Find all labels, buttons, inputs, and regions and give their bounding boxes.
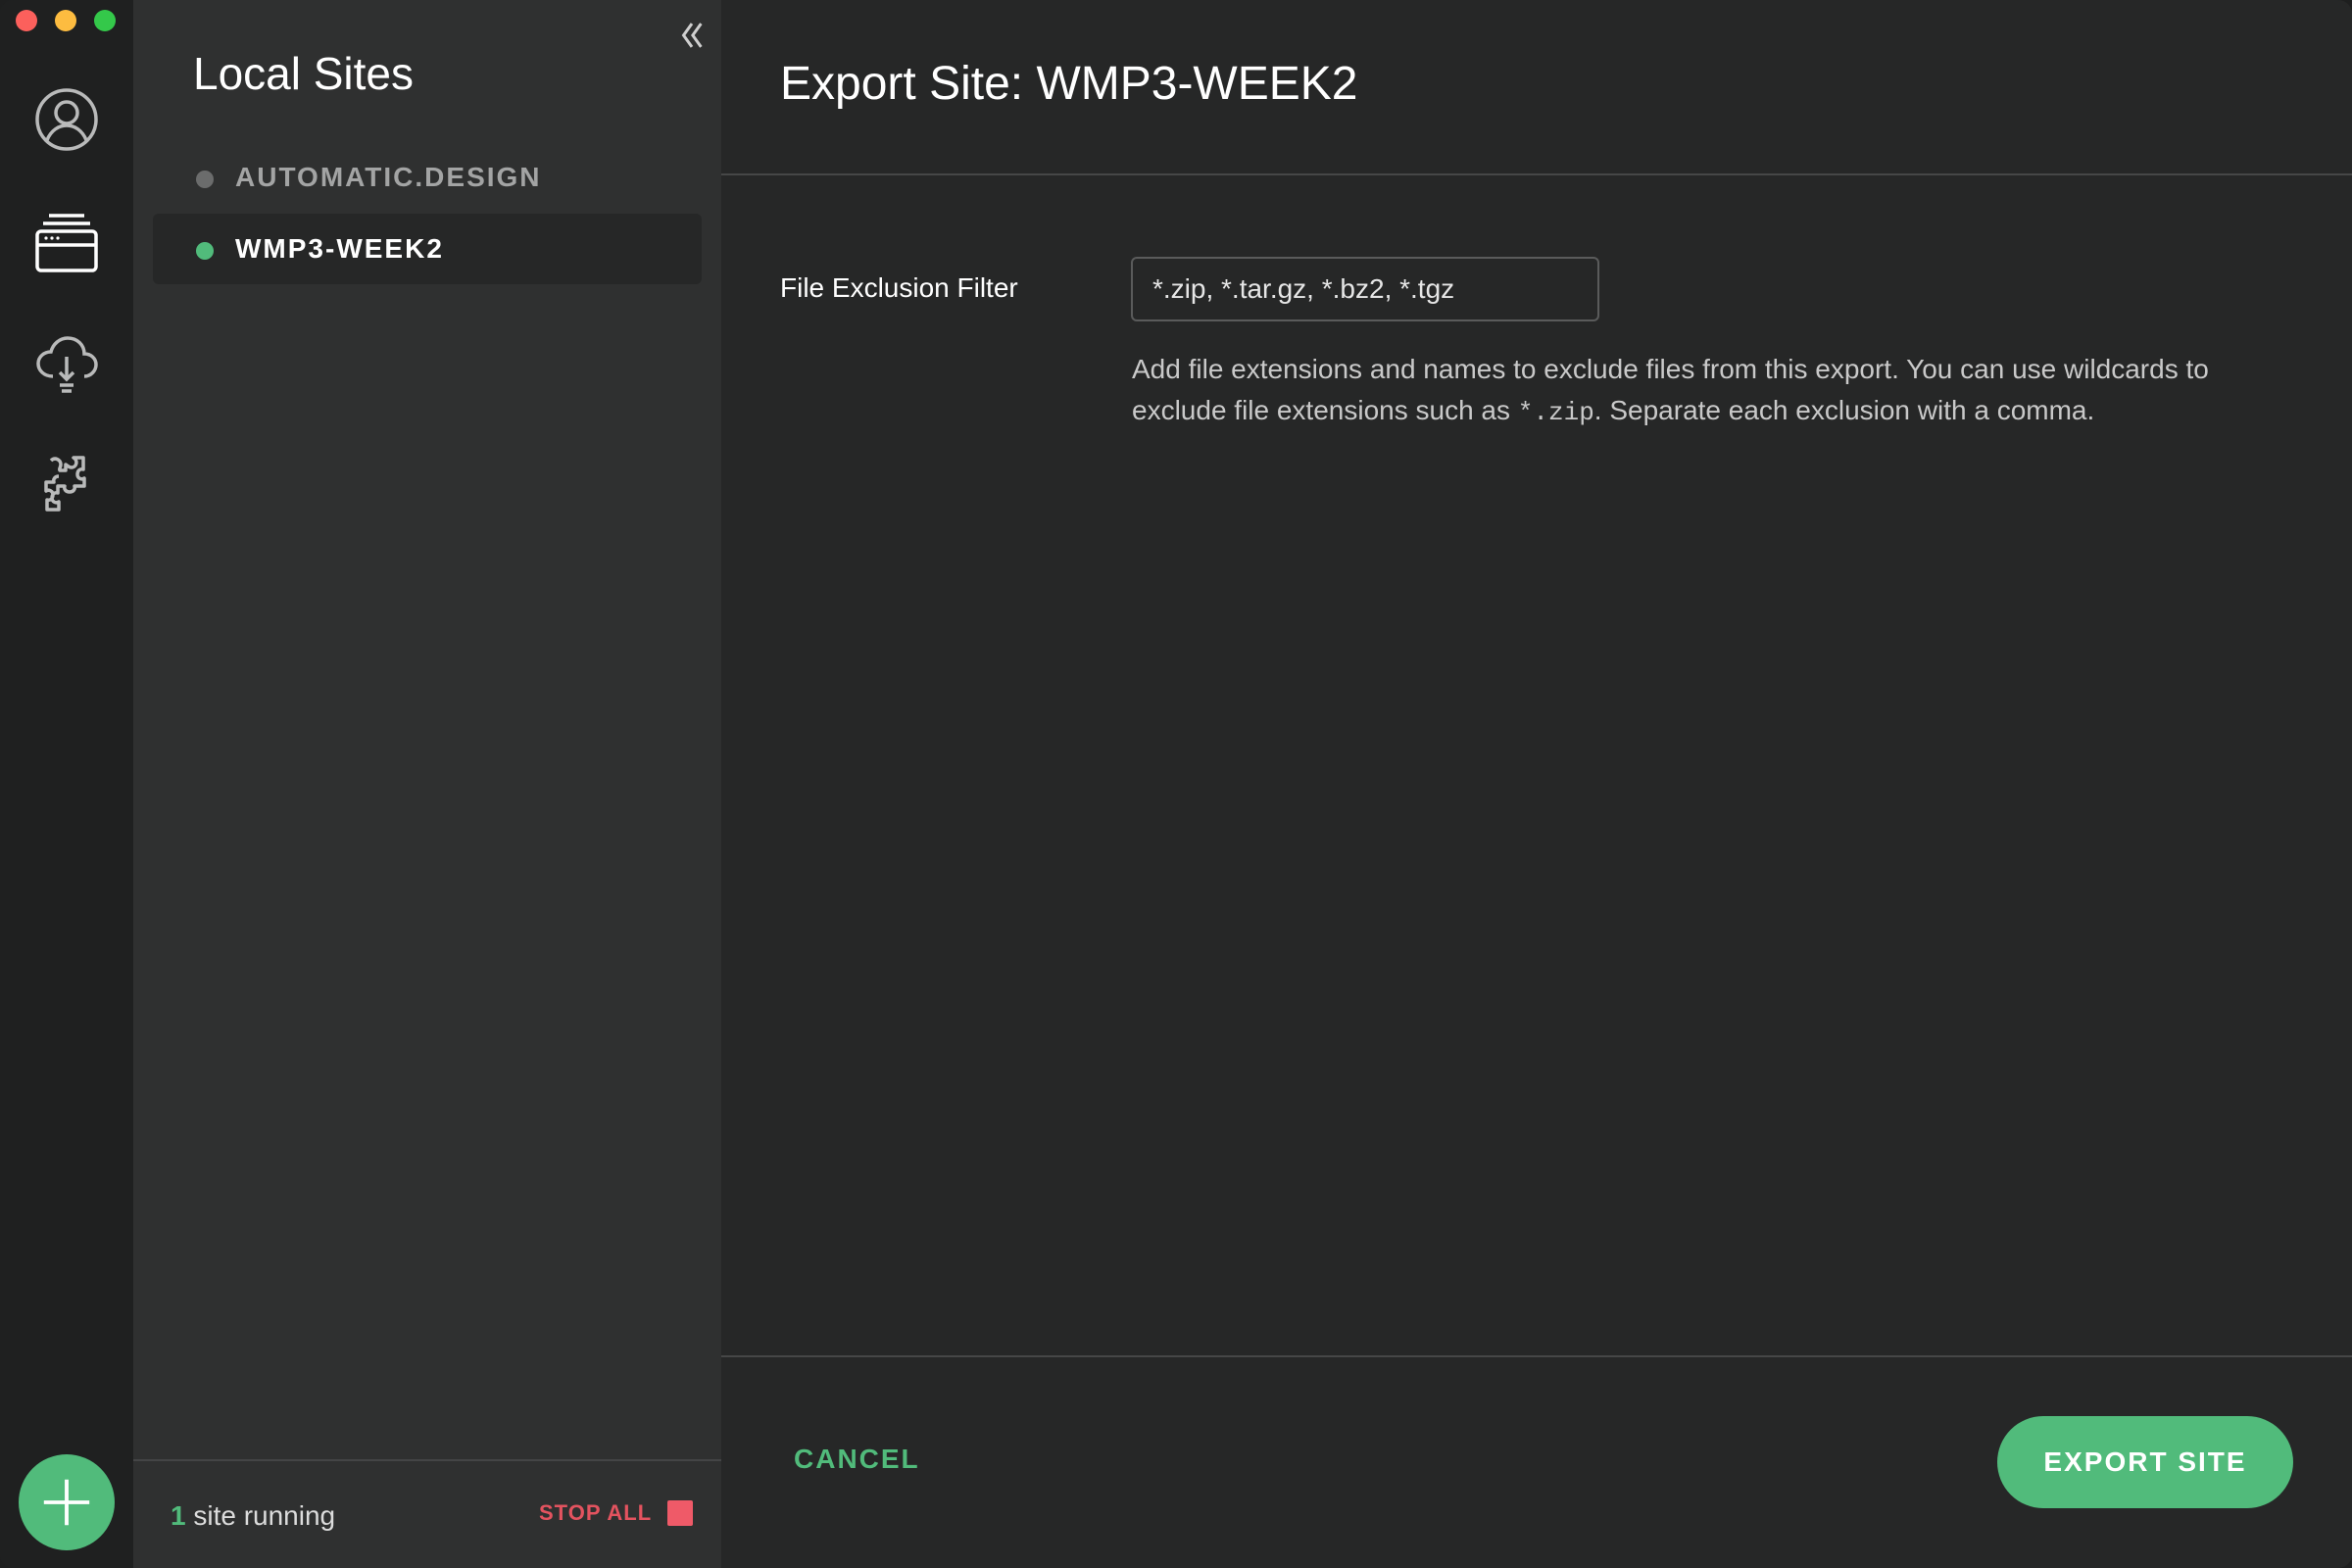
sites-running-status: 1 site running	[171, 1500, 335, 1532]
window-zoom-button[interactable]	[94, 10, 116, 31]
app-window: Local Sites AUTOMATIC.DESIGN WMP3-WEEK2 …	[0, 0, 2352, 1568]
page-title: Export Site: WMP3-WEEK2	[780, 58, 1358, 110]
connect-cloud-icon[interactable]	[31, 329, 102, 400]
sidebar-title: Local Sites	[193, 48, 415, 99]
site-name: WMP3-WEEK2	[235, 233, 444, 264]
site-status-dot	[196, 171, 214, 188]
footer-divider	[721, 1355, 2352, 1357]
window-close-button[interactable]	[16, 10, 37, 31]
header-divider	[721, 173, 2352, 175]
addons-icon[interactable]	[31, 449, 102, 519]
local-sites-icon[interactable]	[31, 208, 102, 278]
site-status-dot	[196, 242, 214, 260]
export-site-button[interactable]: EXPORT SITE	[1997, 1416, 2293, 1508]
double-chevron-left-icon	[681, 23, 703, 48]
help-text-part: . Separate each exclusion with a comma.	[1593, 395, 2095, 425]
site-name: AUTOMATIC.DESIGN	[235, 162, 542, 192]
collapse-sidebar-button[interactable]	[672, 16, 711, 55]
filter-help-text: Add file extensions and names to exclude…	[1132, 349, 2308, 433]
file-exclusion-filter-label: File Exclusion Filter	[780, 272, 1018, 303]
site-item-automatic-design[interactable]: AUTOMATIC.DESIGN	[153, 142, 702, 213]
export-site-panel: Export Site: WMP3-WEEK2 File Exclusion F…	[721, 0, 2352, 1568]
account-icon[interactable]	[31, 84, 102, 155]
cancel-button[interactable]: CANCEL	[794, 1444, 920, 1475]
stop-icon	[667, 1500, 694, 1526]
running-count: 1	[171, 1500, 186, 1531]
window-minimize-button[interactable]	[55, 10, 76, 31]
file-exclusion-filter-input[interactable]	[1131, 257, 1599, 321]
stop-all-label: STOP ALL	[539, 1500, 653, 1525]
stop-all-button[interactable]: STOP ALL	[539, 1500, 694, 1526]
plus-icon	[43, 1479, 90, 1526]
sidebar-footer: 1 site running STOP ALL	[133, 1459, 721, 1568]
help-text-code: *.zip	[1517, 398, 1594, 427]
sites-sidebar: Local Sites AUTOMATIC.DESIGN WMP3-WEEK2 …	[133, 0, 721, 1568]
icon-rail	[0, 0, 133, 1568]
site-item-wmp3-week2[interactable]: WMP3-WEEK2	[153, 214, 702, 284]
add-site-button[interactable]	[19, 1454, 115, 1550]
running-label: site running	[185, 1500, 336, 1531]
